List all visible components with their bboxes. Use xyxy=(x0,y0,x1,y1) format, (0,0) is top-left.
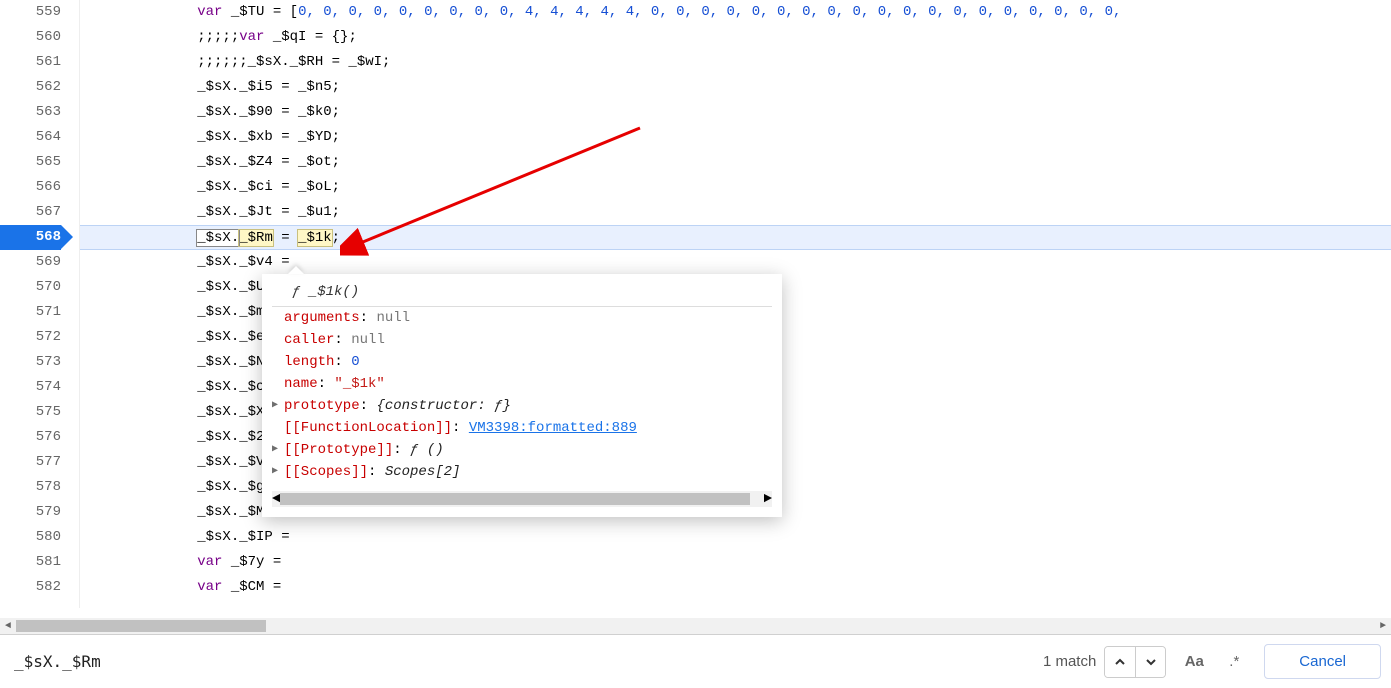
expand-triangle-icon[interactable]: ▶ xyxy=(272,443,284,455)
scrollbar-thumb[interactable] xyxy=(16,620,266,632)
line-number[interactable]: 559 xyxy=(0,0,61,25)
scroll-left-icon[interactable]: ◄ xyxy=(0,618,16,634)
line-number[interactable]: 565 xyxy=(0,150,61,175)
search-input[interactable] xyxy=(10,646,1035,677)
object-property-row[interactable]: [[FunctionLocation]]: VM3398:formatted:8… xyxy=(272,417,772,439)
editor-horizontal-scrollbar[interactable]: ◄ ► xyxy=(0,618,1391,634)
line-number[interactable]: 576 xyxy=(0,425,61,450)
line-number[interactable]: 580 xyxy=(0,525,61,550)
code-line[interactable]: _$sX._$xb = _$YD; xyxy=(80,125,1391,150)
line-number[interactable]: 579 xyxy=(0,500,61,525)
line-number[interactable]: 571 xyxy=(0,300,61,325)
scroll-right-icon[interactable]: ► xyxy=(764,491,772,507)
line-number[interactable]: 577 xyxy=(0,450,61,475)
line-number[interactable]: 569 xyxy=(0,250,61,275)
object-property-row[interactable]: name: "_$1k" xyxy=(272,373,772,395)
object-property-row[interactable]: caller: null xyxy=(272,329,772,351)
expand-triangle-icon[interactable]: ▶ xyxy=(272,399,284,411)
chevron-down-icon xyxy=(1144,655,1158,669)
object-property-row[interactable]: ▶[[Scopes]]: Scopes[2] xyxy=(272,461,772,483)
code-line[interactable]: _$sX._$Rm = _$1k; xyxy=(80,225,1391,250)
tooltip-horizontal-scrollbar[interactable]: ◄ ► xyxy=(272,491,772,507)
line-number-gutter: 5595605615625635645655665675685695705715… xyxy=(0,0,80,608)
code-line[interactable]: ;;;;;var _$qI = {}; xyxy=(80,25,1391,50)
line-number[interactable]: 567 xyxy=(0,200,61,225)
code-line[interactable]: _$sX._$v4 = xyxy=(80,250,1391,275)
search-prev-button[interactable] xyxy=(1105,647,1135,677)
line-number[interactable]: 578 xyxy=(0,475,61,500)
search-options: Aa .* xyxy=(1178,647,1250,677)
line-number[interactable]: 574 xyxy=(0,375,61,400)
code-line[interactable]: _$sX._$Z4 = _$ot; xyxy=(80,150,1391,175)
search-bar: 1 match Aa .* Cancel xyxy=(0,634,1391,688)
line-number[interactable]: 568 xyxy=(0,225,61,250)
line-number[interactable]: 560 xyxy=(0,25,61,50)
source-location-link[interactable]: VM3398:formatted:889 xyxy=(469,420,637,436)
object-property-row[interactable]: ▶[[Prototype]]: ƒ () xyxy=(272,439,772,461)
match-case-toggle[interactable]: Aa xyxy=(1178,647,1210,677)
code-line[interactable]: var _$TU = [0, 0, 0, 0, 0, 0, 0, 0, 0, 4… xyxy=(80,0,1391,25)
line-number[interactable]: 572 xyxy=(0,325,61,350)
line-number[interactable]: 561 xyxy=(0,50,61,75)
object-property-row[interactable]: length: 0 xyxy=(272,351,772,373)
tooltip-header: ƒ _$1k() xyxy=(272,280,772,307)
code-line[interactable]: _$sX._$Jt = _$u1; xyxy=(80,200,1391,225)
scroll-right-icon[interactable]: ► xyxy=(1375,618,1391,634)
regex-toggle[interactable]: .* xyxy=(1218,647,1250,677)
line-number[interactable]: 566 xyxy=(0,175,61,200)
code-line[interactable]: _$sX._$i5 = _$n5; xyxy=(80,75,1391,100)
search-match-count: 1 match xyxy=(1043,653,1096,670)
line-number[interactable]: 563 xyxy=(0,100,61,125)
search-nav xyxy=(1104,646,1166,678)
code-line[interactable]: ;;;;;;_$sX._$RH = _$wI; xyxy=(80,50,1391,75)
code-line[interactable]: _$sX._$IP = xyxy=(80,525,1391,550)
scrollbar-thumb[interactable] xyxy=(280,493,750,505)
line-number[interactable]: 581 xyxy=(0,550,61,575)
expand-triangle-icon[interactable]: ▶ xyxy=(272,465,284,477)
cancel-button[interactable]: Cancel xyxy=(1264,644,1381,679)
line-number[interactable]: 573 xyxy=(0,350,61,375)
chevron-up-icon xyxy=(1113,655,1127,669)
code-line[interactable]: var _$7y = xyxy=(80,550,1391,575)
object-property-row[interactable]: arguments: null xyxy=(272,307,772,329)
line-number[interactable]: 562 xyxy=(0,75,61,100)
line-number[interactable]: 582 xyxy=(0,575,61,600)
debugger-value-tooltip: ƒ _$1k() arguments: nullcaller: nullleng… xyxy=(262,274,782,517)
code-line[interactable]: _$sX._$ci = _$oL; xyxy=(80,175,1391,200)
line-number[interactable]: 570 xyxy=(0,275,61,300)
line-number[interactable]: 575 xyxy=(0,400,61,425)
line-number[interactable]: 564 xyxy=(0,125,61,150)
function-signature: ƒ _$1k() xyxy=(292,284,359,300)
object-property-row[interactable]: ▶prototype: {constructor: ƒ} xyxy=(272,395,772,417)
code-line[interactable]: _$sX._$90 = _$k0; xyxy=(80,100,1391,125)
code-line[interactable]: var _$CM = xyxy=(80,575,1391,600)
search-next-button[interactable] xyxy=(1135,647,1165,677)
scroll-left-icon[interactable]: ◄ xyxy=(272,491,280,507)
